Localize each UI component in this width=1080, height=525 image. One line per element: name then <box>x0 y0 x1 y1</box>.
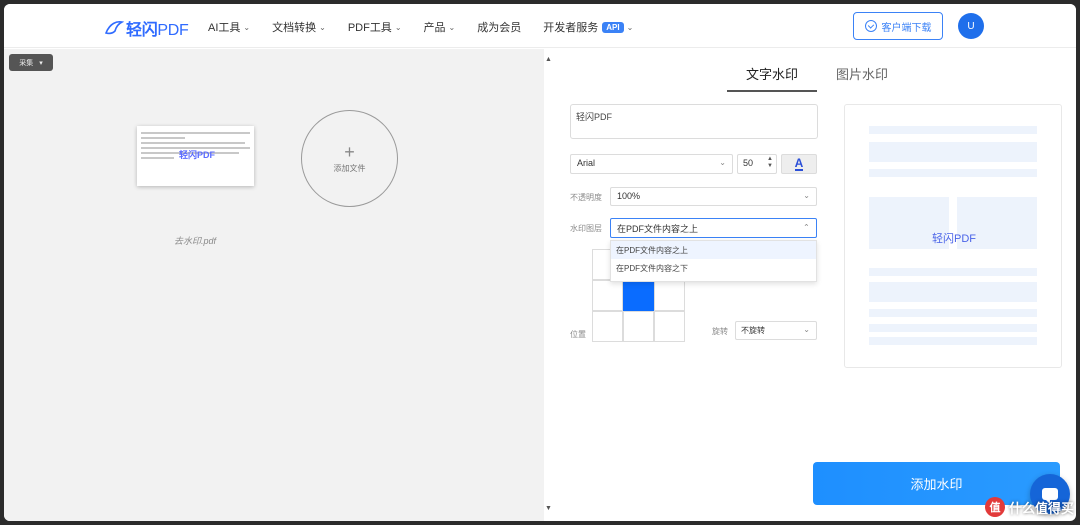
layer-option-below[interactable]: 在PDF文件内容之下 <box>611 259 816 277</box>
preview-line <box>869 324 1037 332</box>
thumbnail-watermark: 轻闪PDF <box>179 150 216 160</box>
position-cell[interactable] <box>654 311 685 342</box>
layer-label: 水印图层 <box>570 224 602 233</box>
nav-products[interactable]: 产品 ⌄ <box>424 19 456 35</box>
stepper-arrows-icon[interactable]: ▲ ▼ <box>767 156 773 170</box>
chevron-down-icon: ⌄ <box>448 22 456 32</box>
nav-ai-tools[interactable]: AI工具 ⌄ <box>208 19 250 35</box>
watermark-tabs: 文字水印 图片水印 <box>727 62 907 92</box>
layer-dropdown-menu: 在PDF文件内容之上 在PDF文件内容之下 <box>610 240 817 282</box>
layer-option-above[interactable]: 在PDF文件内容之上 <box>611 241 816 259</box>
preview-line <box>869 268 1037 276</box>
position-cell[interactable] <box>623 311 654 342</box>
opacity-label: 不透明度 <box>570 193 602 202</box>
position-cell[interactable] <box>592 280 623 311</box>
font-color-icon: A <box>794 156 804 171</box>
tab-image-watermark[interactable]: 图片水印 <box>817 62 907 92</box>
watermark-preview: 轻闪PDF <box>844 104 1062 368</box>
chevron-down-icon: ⌄ <box>243 22 251 32</box>
file-name: 去水印.pdf <box>174 236 217 246</box>
chevron-down-icon: ▾ <box>39 59 43 67</box>
pdf-thumbnail[interactable]: 轻闪PDF <box>137 126 254 186</box>
nav-doc-convert[interactable]: 文档转换 ⌄ <box>272 19 326 35</box>
nav-pdf-tools[interactable]: PDF工具 ⌄ <box>348 19 402 35</box>
client-download-button[interactable]: 客户端下载 <box>853 12 943 40</box>
nav-membership[interactable]: 成为会员 <box>477 19 521 35</box>
logo[interactable]: 轻闪PDF <box>104 16 189 40</box>
logo-text: 轻闪PDF <box>126 22 189 39</box>
scrollbar[interactable]: ▲ ▼ <box>544 49 554 521</box>
nav-developer[interactable]: 开发者服务 API ⌄ <box>543 19 633 35</box>
layer-select[interactable]: 在PDF文件内容之上 ⌄ <box>610 218 817 238</box>
chevron-down-icon: ⌄ <box>394 22 402 32</box>
rotation-select[interactable]: 不旋转 ⌄ <box>735 321 817 340</box>
preview-line <box>869 309 1037 317</box>
avatar[interactable]: U <box>958 13 984 39</box>
api-badge: API <box>602 21 624 33</box>
position-cell[interactable] <box>592 311 623 342</box>
preview-line <box>869 337 1037 345</box>
zoom-dropdown[interactable]: 采集 ▾ <box>9 54 53 71</box>
brand-text: 什么值得买 <box>1008 500 1074 516</box>
preview-watermark-text: 轻闪PDF <box>932 233 976 245</box>
position-cell-selected[interactable] <box>623 280 654 311</box>
scroll-down-icon[interactable]: ▼ <box>545 505 552 512</box>
tab-text-watermark[interactable]: 文字水印 <box>727 62 818 92</box>
main-nav: AI工具 ⌄ 文档转换 ⌄ PDF工具 ⌄ 产品 ⌄ 成为会员 开发者服务 API ⌄ <box>208 19 655 35</box>
chevron-down-icon: ⌄ <box>719 158 726 167</box>
corner-watermark: 值 什么值得买 <box>984 497 1074 517</box>
preview-line <box>869 126 1037 134</box>
preview-line <box>869 169 1037 177</box>
logo-bird-icon <box>104 20 124 35</box>
position-cell[interactable] <box>654 280 685 311</box>
font-select[interactable]: Arial ⌄ <box>570 154 733 174</box>
app-window: 轻闪PDF AI工具 ⌄ 文档转换 ⌄ PDF工具 ⌄ 产品 ⌄ 成为会员 开发者服务 A… <box>4 4 1076 521</box>
font-color-button[interactable]: A <box>781 154 817 174</box>
opacity-select[interactable]: 100% ⌄ <box>610 187 817 206</box>
preview-block <box>869 142 1037 162</box>
document-panel: 采集 ▾ 轻闪PDF 去水印.pdf + 添加文件 <box>4 49 544 521</box>
chevron-down-icon: ⌄ <box>319 22 326 32</box>
download-icon <box>864 20 877 32</box>
watermark-text-input[interactable]: 轻闪PDF <box>570 104 818 139</box>
font-size-stepper[interactable]: 50 ▲ ▼ <box>737 154 777 174</box>
scroll-up-icon[interactable]: ▲ <box>545 56 552 63</box>
chevron-down-icon: ⌄ <box>803 325 810 334</box>
preview-block <box>869 282 1037 302</box>
top-header: 轻闪PDF AI工具 ⌄ 文档转换 ⌄ PDF工具 ⌄ 产品 ⌄ 成为会员 开发者服务 A… <box>4 4 1076 48</box>
rotation-label: 旋转 <box>712 327 728 336</box>
chevron-down-icon: ⌄ <box>626 22 634 32</box>
brand-badge: 值 <box>984 497 1005 517</box>
plus-icon: + <box>344 141 355 162</box>
position-label: 位置 <box>570 330 586 339</box>
chevron-down-icon: ⌄ <box>803 191 810 200</box>
add-file-button[interactable]: + 添加文件 <box>301 110 398 207</box>
chevron-up-icon: ⌄ <box>803 222 810 231</box>
